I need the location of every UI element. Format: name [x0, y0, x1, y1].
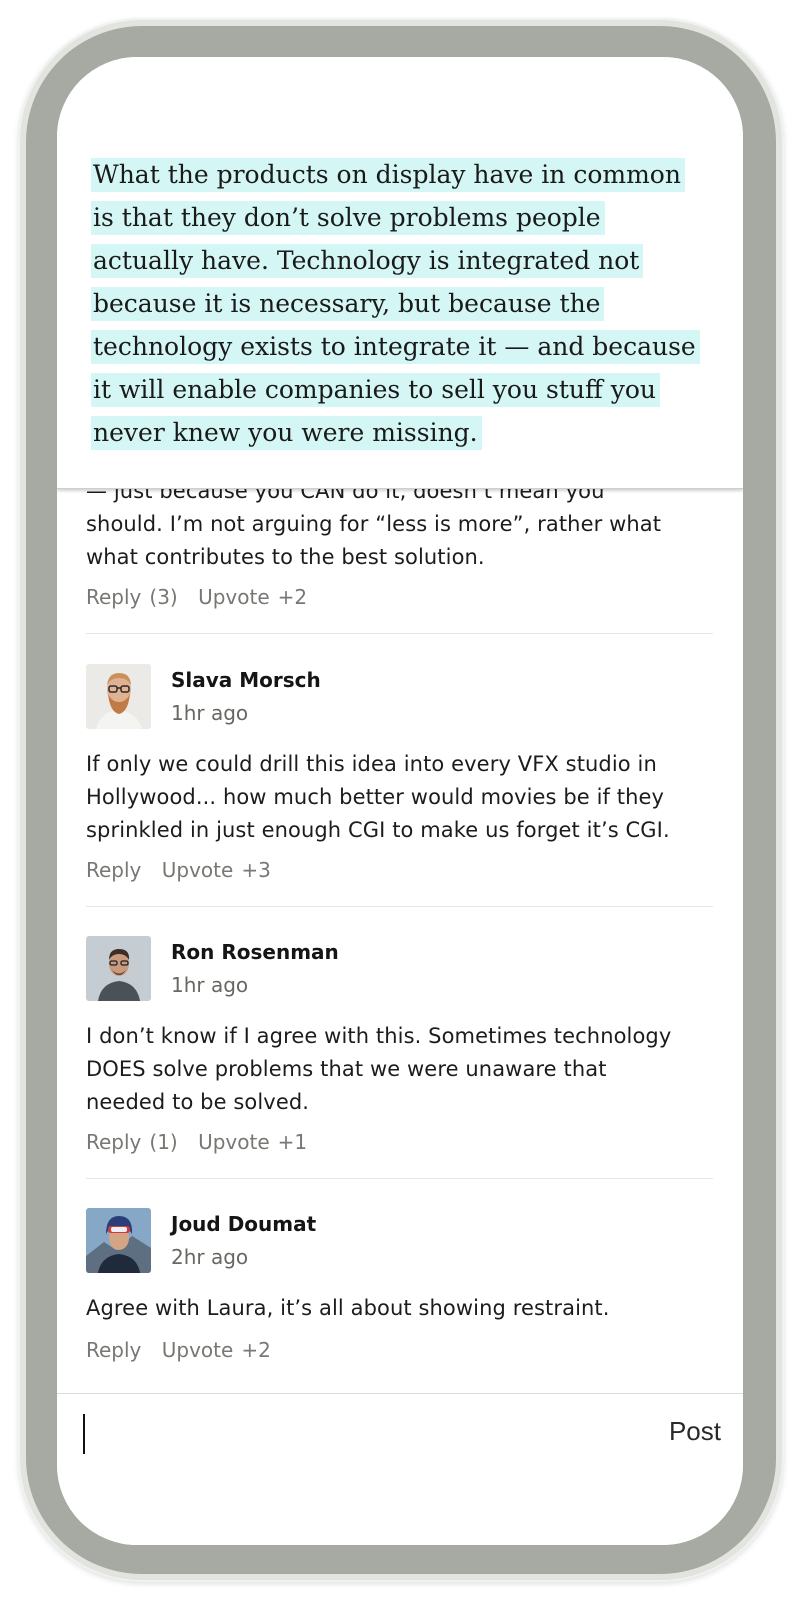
comment-divider — [86, 633, 713, 634]
comment-actions: Reply (3) Upvote +2 — [86, 585, 321, 609]
comment-body: If only we could drill this idea into ev… — [86, 752, 670, 842]
author-name[interactable]: Joud Doumat — [171, 1212, 316, 1236]
avatar-image — [86, 936, 151, 1001]
comment-divider — [86, 1178, 713, 1179]
text-cursor — [83, 1414, 85, 1454]
upvote-button[interactable]: Upvote +3 — [162, 858, 271, 882]
reply-button[interactable]: Reply — [86, 1338, 141, 1362]
comment-actions: Reply Upvote +3 — [86, 858, 285, 882]
comment-timestamp: 1hr ago — [171, 701, 249, 725]
comment-composer[interactable]: Post — [57, 1393, 743, 1545]
reply-button[interactable]: Reply (1) — [86, 1130, 178, 1154]
comment-actions: Reply (1) Upvote +1 — [86, 1130, 321, 1154]
avatar[interactable] — [86, 664, 151, 729]
avatar[interactable] — [86, 936, 151, 1001]
comment-body: Agree with Laura, it’s all about showing… — [86, 1296, 610, 1320]
author-name[interactable]: Ron Rosenman — [171, 940, 339, 964]
comment-actions: Reply Upvote +2 — [86, 1338, 285, 1362]
screen: — just because you CAN do it, doesn’t me… — [57, 57, 743, 1545]
upvote-button[interactable]: Upvote +1 — [198, 1130, 307, 1154]
reply-button[interactable]: Reply — [86, 858, 141, 882]
reply-button[interactable]: Reply (3) — [86, 585, 178, 609]
upvote-button[interactable]: Upvote +2 — [198, 585, 307, 609]
quote-header: What the products on display have in com… — [57, 57, 743, 489]
comment-timestamp: 2hr ago — [171, 1245, 249, 1269]
comment-body: — just because you CAN do it, doesn’t me… — [86, 479, 662, 569]
quote-text: What the products on display have in com… — [91, 158, 700, 450]
avatar[interactable] — [86, 1208, 151, 1273]
post-button[interactable]: Post — [669, 1416, 721, 1447]
comment-divider — [86, 906, 713, 907]
highlighted-quote: What the products on display have in com… — [91, 153, 701, 454]
comment-body: I don’t know if I agree with this. Somet… — [86, 1024, 672, 1114]
upvote-button[interactable]: Upvote +2 — [162, 1338, 271, 1362]
avatar-image — [86, 1208, 151, 1273]
author-name[interactable]: Slava Morsch — [171, 668, 321, 692]
avatar-image — [86, 664, 151, 729]
comment-timestamp: 1hr ago — [171, 973, 249, 997]
